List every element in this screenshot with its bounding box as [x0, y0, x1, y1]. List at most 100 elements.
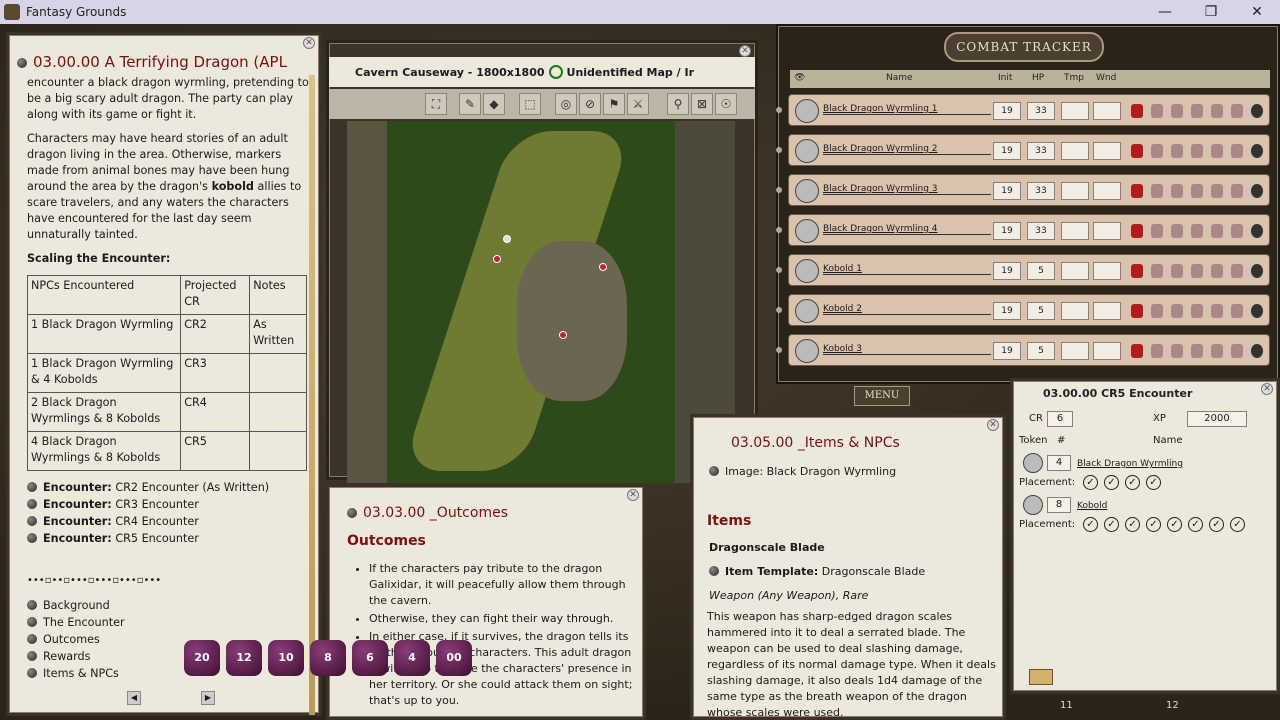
dragon-token-icon[interactable]: [795, 99, 819, 123]
ct-row-name[interactable]: Black Dragon Wyrmling 2: [823, 144, 991, 155]
delete-icon[interactable]: [1251, 144, 1263, 158]
ct-init-field[interactable]: 19: [993, 302, 1021, 320]
ct-row[interactable]: Black Dragon Wyrmling 4 19 33: [776, 214, 1270, 246]
effects-icon[interactable]: [1231, 344, 1243, 358]
identified-icon[interactable]: [548, 65, 563, 79]
eye-icon[interactable]: [1171, 344, 1183, 358]
ct-wnd-field[interactable]: [1093, 102, 1121, 120]
delete-icon[interactable]: [1251, 224, 1263, 238]
xp-field[interactable]: 2000: [1187, 411, 1247, 427]
kobold-token-icon[interactable]: [795, 339, 819, 363]
link-icon[interactable]: [27, 482, 37, 492]
prev-page-icon[interactable]: ◀: [127, 691, 141, 705]
hotkey-11[interactable]: 11: [1060, 700, 1073, 711]
envelope-icon[interactable]: [1029, 669, 1053, 685]
d12-die[interactable]: 12: [226, 640, 262, 676]
link-icon[interactable]: [27, 516, 37, 526]
items-close-icon[interactable]: ✕: [987, 419, 999, 431]
select-icon[interactable]: ⬚: [519, 93, 541, 115]
target-icon[interactable]: [1151, 304, 1163, 318]
ct-wnd-field[interactable]: [1093, 182, 1121, 200]
link-icon[interactable]: [27, 651, 37, 661]
eye-icon[interactable]: [1171, 264, 1183, 278]
ct-tmp-field[interactable]: [1061, 342, 1089, 360]
link-icon[interactable]: [709, 566, 719, 576]
ct-tmp-field[interactable]: [1061, 182, 1089, 200]
erase-icon[interactable]: ◆: [483, 93, 505, 115]
effects-icon[interactable]: [1231, 184, 1243, 198]
ct-row[interactable]: Kobold 2 19 5: [776, 294, 1270, 326]
toc-item-background[interactable]: Background: [27, 597, 313, 614]
delete-icon[interactable]: [1251, 104, 1263, 118]
image-link[interactable]: Image: Black Dragon Wyrmling: [709, 465, 896, 478]
ct-init-field[interactable]: 19: [993, 102, 1021, 120]
eye-icon[interactable]: [1171, 104, 1183, 118]
placement-check-icon[interactable]: ✓: [1167, 517, 1182, 532]
ct-row[interactable]: Black Dragon Wyrmling 2 19 33: [776, 134, 1270, 166]
view-icon[interactable]: ☉: [715, 93, 737, 115]
dragon-token-icon[interactable]: [795, 219, 819, 243]
active-indicator-icon[interactable]: [776, 347, 782, 353]
draw-icon[interactable]: ✎: [459, 93, 481, 115]
npc-count-field[interactable]: 4: [1047, 455, 1071, 471]
ct-wnd-field[interactable]: [1093, 342, 1121, 360]
ct-init-field[interactable]: 19: [993, 142, 1021, 160]
item-template-link[interactable]: Item Template: Dragonscale Blade: [709, 565, 925, 578]
d100-die[interactable]: 00: [436, 640, 472, 676]
active-indicator-icon[interactable]: [776, 267, 782, 273]
ct-row-name[interactable]: Kobold 2: [823, 304, 991, 315]
ct-hp-field[interactable]: 33: [1027, 142, 1055, 160]
ct-row-name[interactable]: Black Dragon Wyrmling 1: [823, 104, 991, 115]
ct-row[interactable]: Black Dragon Wyrmling 1 19 33: [776, 94, 1270, 126]
shield-icon[interactable]: [1211, 144, 1223, 158]
map-token[interactable]: [493, 255, 501, 263]
outcomes-close-icon[interactable]: ✕: [627, 489, 639, 501]
placement-check-icon[interactable]: ✓: [1209, 517, 1224, 532]
sword-icon[interactable]: [1191, 344, 1203, 358]
kobold-token-icon[interactable]: [795, 299, 819, 323]
effects-icon[interactable]: [1231, 264, 1243, 278]
ct-wnd-field[interactable]: [1093, 262, 1121, 280]
shield-icon[interactable]: [1211, 104, 1223, 118]
cr-field[interactable]: 6: [1047, 411, 1073, 427]
encounter-link-cr5[interactable]: Encounter: CR5 Encounter: [27, 530, 313, 547]
active-indicator-icon[interactable]: [776, 147, 782, 153]
delete-icon[interactable]: [1251, 304, 1263, 318]
ct-hp-field[interactable]: 33: [1027, 222, 1055, 240]
ct-row[interactable]: Kobold 1 19 5: [776, 254, 1270, 286]
effects-icon[interactable]: [1231, 104, 1243, 118]
close-button[interactable]: ✕: [1234, 0, 1280, 24]
link-icon[interactable]: [27, 634, 37, 644]
delete-icon[interactable]: [1251, 184, 1263, 198]
ct-hp-field[interactable]: 33: [1027, 102, 1055, 120]
map-token[interactable]: [503, 235, 511, 243]
shield-icon[interactable]: [1211, 344, 1223, 358]
placement-check-icon[interactable]: ✓: [1230, 517, 1245, 532]
ct-init-field[interactable]: 19: [993, 342, 1021, 360]
story-link-icon[interactable]: [17, 58, 27, 68]
placement-check-icon[interactable]: ✓: [1083, 475, 1098, 490]
ct-tmp-field[interactable]: [1061, 102, 1089, 120]
map-canvas[interactable]: [347, 121, 735, 483]
ct-tmp-field[interactable]: [1061, 222, 1089, 240]
ct-init-field[interactable]: 19: [993, 182, 1021, 200]
active-indicator-icon[interactable]: [776, 227, 782, 233]
faction-icon[interactable]: [1131, 304, 1143, 318]
ct-row[interactable]: Kobold 3 19 5: [776, 334, 1270, 366]
ct-tmp-field[interactable]: [1061, 142, 1089, 160]
target-icon[interactable]: [1151, 104, 1163, 118]
eye-icon[interactable]: [1171, 144, 1183, 158]
mask-icon[interactable]: ⊘: [579, 93, 601, 115]
placement-check-icon[interactable]: ✓: [1125, 517, 1140, 532]
maximize-button[interactable]: ❐: [1188, 0, 1234, 24]
active-indicator-icon[interactable]: [776, 187, 782, 193]
shield-icon[interactable]: [1211, 184, 1223, 198]
ct-wnd-field[interactable]: [1093, 302, 1121, 320]
encounter-link-cr3[interactable]: Encounter: CR3 Encounter: [27, 496, 313, 513]
ct-tmp-field[interactable]: [1061, 262, 1089, 280]
hotkey-12[interactable]: 12: [1166, 700, 1179, 711]
next-page-icon[interactable]: ▶: [201, 691, 215, 705]
toc-item-encounter[interactable]: The Encounter: [27, 614, 313, 631]
target-icon[interactable]: [1151, 264, 1163, 278]
eye-icon[interactable]: 👁: [794, 73, 805, 83]
